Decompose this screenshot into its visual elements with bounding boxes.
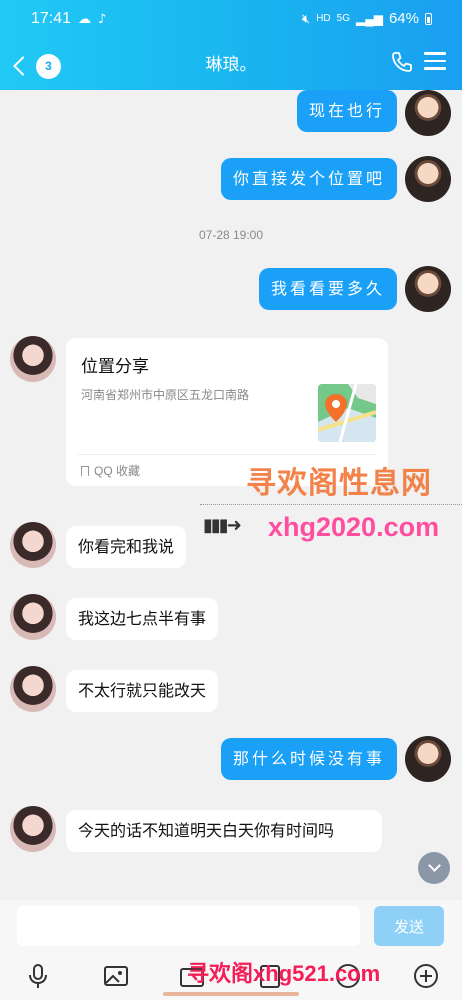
message-incoming[interactable]: 我这边七点半有事 [66, 598, 219, 640]
mute-icon: 🔇︎ [302, 10, 311, 26]
home-indicator [163, 992, 299, 996]
watermark-text: 寻欢阁性息网 [246, 466, 432, 501]
contact-avatar[interactable] [10, 522, 56, 568]
message-incoming[interactable]: 今天的话不知道明天白天你有时间吗 [66, 810, 382, 852]
plus-icon[interactable] [412, 962, 440, 990]
message-outgoing[interactable]: 我看看要多久 [258, 268, 397, 310]
message-incoming[interactable]: 不太行就只能改天 [66, 670, 219, 712]
top-bar: 17:41 ☁ ♪ 🔇︎ HD 5G ▂▄▆ 64% 3 琳琅。 [0, 0, 462, 90]
message-outgoing[interactable]: 现在也行 [296, 90, 397, 132]
input-bar: 发送 寻欢阁xhg521.com [0, 900, 462, 1000]
status-right: 🔇︎ HD 5G ▂▄▆ 64% [302, 10, 432, 27]
my-avatar[interactable] [405, 90, 451, 136]
watermark-bottom-url: xhg521.com [253, 961, 381, 986]
watermark-url: xhg2020.com [268, 512, 440, 542]
microphone-icon[interactable] [24, 962, 52, 990]
location-source: QQ 收藏 [81, 462, 140, 479]
map-pin-icon [318, 384, 376, 442]
send-button[interactable]: 发送 [374, 906, 444, 946]
contact-avatar[interactable] [10, 806, 56, 852]
bookmark-icon [81, 465, 89, 476]
network-5g: 5G [336, 13, 350, 24]
chevron-down-icon [427, 859, 441, 872]
message-timestamp: 07-28 19:00 [198, 228, 264, 242]
status-bar: 17:41 ☁ ♪ 🔇︎ HD 5G ▂▄▆ 64% [0, 0, 462, 40]
watermark-bottom: 寻欢阁xhg521.com [187, 956, 380, 988]
battery-text: 64% [388, 10, 419, 27]
menu-icon[interactable] [424, 52, 446, 72]
network-hd: HD [316, 13, 331, 24]
watermark-divider [200, 504, 462, 505]
divider [78, 454, 376, 455]
phone-icon[interactable] [390, 50, 414, 74]
my-avatar[interactable] [405, 736, 451, 782]
contact-avatar[interactable] [10, 336, 56, 382]
chat-header: 3 琳琅。 [0, 40, 462, 90]
status-time: 17:41 [31, 10, 72, 27]
chat-area[interactable]: 现在也行 你直接发个位置吧 07-28 19:00 我看看要多久 位置分享 河南… [0, 90, 462, 900]
my-avatar[interactable] [405, 156, 451, 202]
location-card-title: 位置分享 [81, 357, 149, 377]
message-outgoing[interactable]: 你直接发个位置吧 [220, 158, 397, 200]
tiktok-icon: ♪ [98, 12, 107, 27]
message-input[interactable] [17, 906, 360, 946]
battery-icon [425, 12, 432, 25]
message-outgoing[interactable]: 那什么时候没有事 [220, 738, 397, 780]
location-address: 河南省郑州市中原区五龙口南路 [81, 388, 250, 402]
image-icon[interactable] [102, 962, 130, 990]
signal-icon: ▂▄▆ [356, 11, 383, 26]
scroll-to-bottom-button[interactable] [418, 852, 450, 884]
contact-avatar[interactable] [10, 666, 56, 712]
weather-icon: ☁ [78, 12, 91, 27]
location-source-label: QQ 收藏 [94, 464, 141, 478]
my-avatar[interactable] [405, 266, 451, 312]
watermark-bottom-cn: 寻欢阁 [187, 962, 254, 987]
arrow-right-icon: ▮▮▮➜ [203, 515, 242, 536]
message-incoming[interactable]: 你看完和我说 [66, 526, 187, 568]
contact-avatar[interactable] [10, 594, 56, 640]
